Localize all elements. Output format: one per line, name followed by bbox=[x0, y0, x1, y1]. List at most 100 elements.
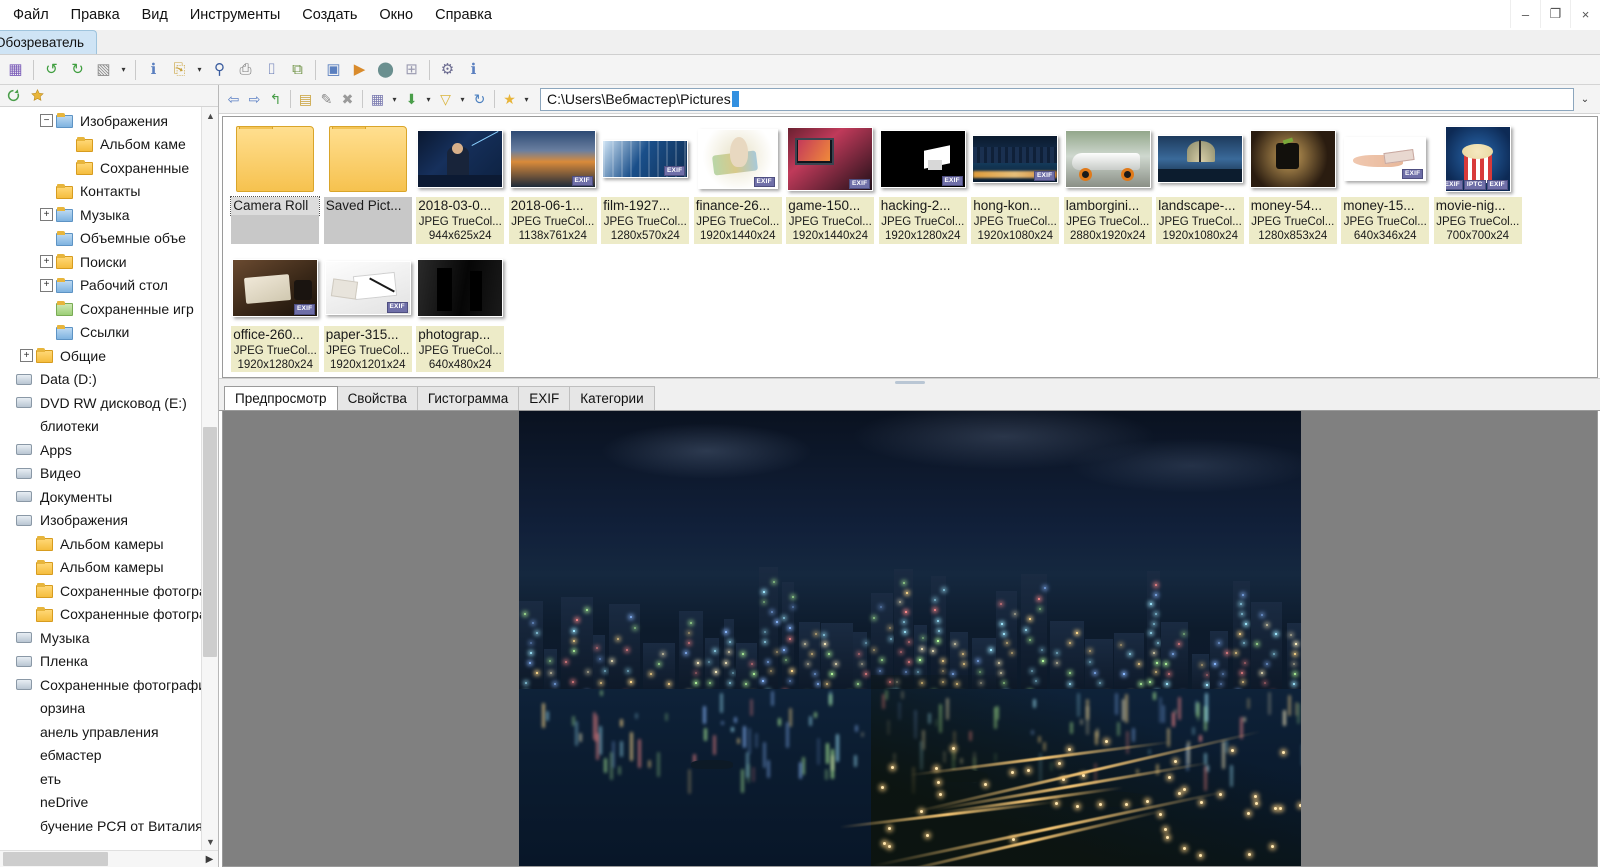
menu-item-create[interactable]: Создать bbox=[291, 3, 368, 27]
tree-item[interactable]: Apps bbox=[0, 438, 201, 462]
tree-item[interactable]: Сохраненные фотограф bbox=[0, 603, 201, 627]
tree-item[interactable]: ебмастер bbox=[0, 744, 201, 768]
tree-item[interactable]: Контакты bbox=[0, 180, 201, 204]
tree-expander-icon[interactable]: + bbox=[40, 208, 53, 222]
tree-refresh-icon[interactable] bbox=[2, 86, 24, 106]
sort-icon[interactable]: ⬇ bbox=[401, 88, 422, 110]
back-icon[interactable]: ⇦ bbox=[223, 88, 244, 110]
chevron-down-icon[interactable]: ▾ bbox=[193, 57, 206, 82]
tree-item[interactable]: Data (D:) bbox=[0, 368, 201, 392]
preview-tab-0[interactable]: Предпросмотр bbox=[224, 386, 338, 410]
address-dropdown-icon[interactable]: ⌄ bbox=[1574, 88, 1596, 111]
menu-item-help[interactable]: Справка bbox=[424, 3, 503, 27]
file-item[interactable]: EXIF hong-kon... JPEG TrueCol... 1920x1080x… bbox=[969, 121, 1062, 244]
web-gallery-icon[interactable]: ⬤ bbox=[373, 57, 398, 82]
menu-item-window[interactable]: Окно bbox=[368, 3, 424, 27]
tree-item[interactable]: бучение РСЯ от Виталия Гаш bbox=[0, 814, 201, 838]
tree-item[interactable]: Сохраненные фотографии bbox=[0, 673, 201, 697]
tree-item[interactable]: блиотеки bbox=[0, 415, 201, 439]
tree-expander-icon[interactable]: + bbox=[20, 349, 33, 363]
folder-item[interactable]: Saved Pict... bbox=[322, 121, 415, 244]
menu-item-tools[interactable]: Инструменты bbox=[179, 3, 291, 27]
tree-item[interactable]: Сохраненные игр bbox=[0, 297, 201, 321]
tree-item[interactable]: Музыка bbox=[0, 626, 201, 650]
scroll-up-icon[interactable]: ▲ bbox=[202, 107, 218, 124]
tree-item[interactable]: Видео bbox=[0, 462, 201, 486]
tree-item[interactable]: DVD RW дисковод (E:) bbox=[0, 391, 201, 415]
thumbnail-view-icon[interactable]: ▦ bbox=[3, 57, 28, 82]
settings-gear-icon[interactable]: ⚙ bbox=[435, 57, 460, 82]
rotate-left-icon[interactable]: ↺ bbox=[39, 57, 64, 82]
file-item[interactable]: EXIF office-260... JPEG TrueCol... 1920x128… bbox=[229, 250, 322, 372]
file-item[interactable]: 2018-03-0... JPEG TrueCol... 944x625x24 bbox=[414, 121, 507, 244]
chevron-down-icon[interactable]: ▾ bbox=[456, 88, 469, 110]
tree-item[interactable]: + Общие bbox=[0, 344, 201, 368]
tree-item[interactable]: Ссылки bbox=[0, 321, 201, 345]
tree-item[interactable]: Пленка bbox=[0, 650, 201, 674]
tree-scroll-thumb[interactable] bbox=[203, 427, 217, 657]
tree-hscroll-thumb[interactable] bbox=[3, 852, 108, 866]
tree-item[interactable]: орзина bbox=[0, 697, 201, 721]
menu-item-edit[interactable]: Правка bbox=[60, 3, 131, 27]
filter-icon[interactable]: ▽ bbox=[435, 88, 456, 110]
folder-item[interactable]: Camera Roll bbox=[229, 121, 322, 244]
tree-favorites-icon[interactable] bbox=[26, 86, 48, 106]
file-item[interactable]: EXIF paper-315... JPEG TrueCol... 1920x1201… bbox=[322, 250, 415, 372]
file-item[interactable]: photograp... JPEG TrueCol... 640x480x24 bbox=[414, 250, 507, 372]
tree-item[interactable]: Альбом камеры bbox=[0, 532, 201, 556]
tree-item[interactable]: Документы bbox=[0, 485, 201, 509]
file-item[interactable]: money-54... JPEG TrueCol... 1280x853x24 bbox=[1247, 121, 1340, 244]
thumbnail-browser[interactable]: Camera Roll Saved Pict... 2018-03-0... JP… bbox=[222, 116, 1598, 378]
preview-tab-4[interactable]: Категории bbox=[569, 386, 655, 410]
tree-expander-icon[interactable]: − bbox=[40, 114, 53, 128]
preview-tab-3[interactable]: EXIF bbox=[518, 386, 571, 410]
tab-browser[interactable]: Обозреватель bbox=[0, 30, 98, 54]
scan-icon[interactable]: ⌷ bbox=[259, 57, 284, 82]
tree-horizontal-scrollbar[interactable]: ▶ bbox=[0, 850, 218, 867]
menu-item-file[interactable]: Файл bbox=[2, 3, 60, 27]
tree-item[interactable]: Сохраненные bbox=[0, 156, 201, 180]
file-item[interactable]: ▤EXIFIPTCEXIF movie-nig...JPEG TrueCol...… bbox=[1432, 121, 1525, 244]
tree-vertical-scrollbar[interactable]: ▲ ▼ bbox=[201, 107, 218, 850]
tree-expander-icon[interactable]: + bbox=[40, 255, 53, 269]
about-info-icon[interactable]: ℹ bbox=[461, 57, 486, 82]
file-item[interactable]: EXIF money-15... JPEG TrueCol... 640x346x24 bbox=[1339, 121, 1432, 244]
refresh-icon[interactable]: ↻ bbox=[469, 88, 490, 110]
tree-expander-icon[interactable]: + bbox=[40, 278, 53, 292]
rename-icon[interactable]: ✎ bbox=[316, 88, 337, 110]
chevron-down-icon[interactable]: ▾ bbox=[388, 88, 401, 110]
tree-item[interactable]: + Рабочий стол bbox=[0, 274, 201, 298]
slideshow-icon[interactable]: ▶ bbox=[347, 57, 372, 82]
tree-item[interactable]: Сохраненные фотограф bbox=[0, 579, 201, 603]
tree-item[interactable]: neDrive bbox=[0, 791, 201, 815]
new-folder-icon[interactable]: ▤ bbox=[295, 88, 316, 110]
pane-splitter[interactable] bbox=[219, 378, 1600, 386]
file-item[interactable]: EXIF 2018-06-1... JPEG TrueCol... 1138x761x… bbox=[507, 121, 600, 244]
scroll-down-icon[interactable]: ▼ bbox=[202, 833, 218, 850]
preview-tab-2[interactable]: Гистограмма bbox=[416, 386, 520, 410]
tree-item[interactable]: анель управления bbox=[0, 720, 201, 744]
file-item[interactable]: EXIF hacking-2... JPEG TrueCol... 1920x1280… bbox=[877, 121, 970, 244]
print-icon[interactable]: ⎙ bbox=[233, 57, 258, 82]
scroll-right-icon[interactable]: ▶ bbox=[201, 851, 218, 867]
file-item[interactable]: EXIF finance-26... JPEG TrueCol... 1920x144… bbox=[692, 121, 785, 244]
preview-area[interactable] bbox=[222, 411, 1598, 867]
file-item[interactable]: EXIF film-1927... JPEG TrueCol... 1280x570x… bbox=[599, 121, 692, 244]
address-input[interactable]: C:\Users\Вебмастер\Pictures bbox=[540, 87, 1574, 111]
chevron-down-icon[interactable]: ▾ bbox=[117, 57, 130, 82]
tree-item[interactable]: − Изображения bbox=[0, 109, 201, 133]
file-item[interactable]: lamborgini... JPEG TrueCol... 2880x1920x24 bbox=[1062, 121, 1155, 244]
chevron-down-icon[interactable]: ▾ bbox=[422, 88, 435, 110]
find-icon[interactable]: ⚲ bbox=[207, 57, 232, 82]
forward-icon[interactable]: ⇨ bbox=[244, 88, 265, 110]
tree-item[interactable]: Объемные объе bbox=[0, 227, 201, 251]
tree-item[interactable]: Альбом каме bbox=[0, 133, 201, 157]
screen-capture-icon[interactable]: ▣ bbox=[321, 57, 346, 82]
file-info-icon[interactable]: ℹ bbox=[141, 57, 166, 82]
tree-item[interactable]: + Поиски bbox=[0, 250, 201, 274]
delete-icon[interactable]: ✖ bbox=[337, 88, 358, 110]
file-item[interactable]: EXIF game-150... JPEG TrueCol... 1920x1440x… bbox=[784, 121, 877, 244]
chevron-down-icon[interactable]: ▾ bbox=[520, 88, 533, 110]
preview-tab-1[interactable]: Свойства bbox=[336, 386, 418, 410]
tree-item[interactable]: еть bbox=[0, 767, 201, 791]
